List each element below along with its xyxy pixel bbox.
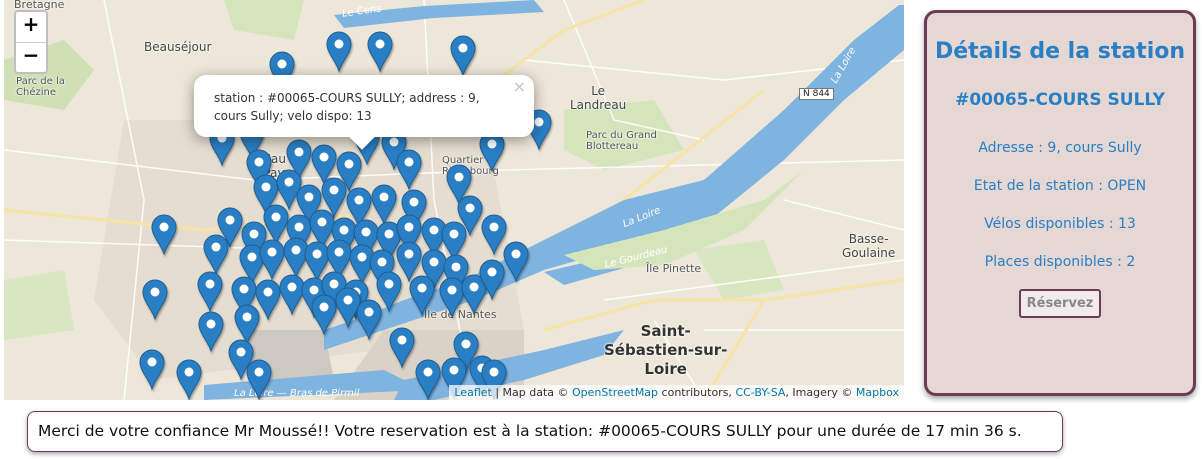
attribution-sep2: contributors, <box>658 386 736 399</box>
station-status: Etat de la station : OPEN <box>973 178 1147 194</box>
station-marker-icon[interactable] <box>142 279 168 320</box>
reserve-button[interactable]: Réservez <box>1018 289 1102 318</box>
popup-text: station : #00065-COURS SULLY; address : … <box>214 91 480 123</box>
station-marker-icon[interactable] <box>415 359 441 400</box>
station-name: #00065-COURS SULLY <box>955 90 1165 110</box>
station-marker-icon[interactable] <box>197 271 223 312</box>
station-details-panel: Détails de la station #00065-COURS SULLY… <box>924 10 1196 396</box>
place-label-basse-goulaine: Basse- Goulaine <box>842 232 896 260</box>
place-label-beausejour: Beauséjour <box>144 40 212 54</box>
bikes-available: Vélos disponibles : 13 <box>984 216 1136 232</box>
place-label-parc-chezine: Parc de la Chézine <box>16 76 65 98</box>
station-address: Adresse : 9, cours Sully <box>978 140 1142 156</box>
station-marker-icon[interactable] <box>396 149 422 190</box>
road-shield-n844: N 844 <box>799 88 834 100</box>
station-marker-icon[interactable] <box>176 359 202 400</box>
station-marker-icon[interactable] <box>311 294 337 335</box>
cc-by-sa-link[interactable]: CC-BY-SA <box>735 386 785 399</box>
zoom-in-button[interactable]: + <box>16 12 46 42</box>
station-map[interactable]: + − Bretagne Beauséjour Parc de la Chézi… <box>4 0 904 400</box>
station-marker-icon[interactable] <box>246 359 272 400</box>
station-marker-icon[interactable] <box>409 275 435 316</box>
station-marker-icon[interactable] <box>503 241 529 282</box>
map-attribution: Leaflet | Map data © OpenStreetMap contr… <box>449 385 904 400</box>
station-marker-icon[interactable] <box>479 259 505 300</box>
zoom-control: + − <box>14 10 48 74</box>
leaflet-link[interactable]: Leaflet <box>454 386 491 399</box>
station-marker-icon[interactable] <box>151 214 177 255</box>
station-marker-icon[interactable] <box>326 31 352 72</box>
place-label-ile-pinette: Île Pinette <box>646 262 702 275</box>
attribution-sep3: , Imagery © <box>785 386 856 399</box>
station-marker-icon[interactable] <box>389 327 415 368</box>
zoom-out-button[interactable]: − <box>16 42 46 72</box>
place-label-le-landreau: Le Landreau <box>570 84 627 112</box>
station-marker-icon[interactable] <box>479 131 505 172</box>
station-marker-icon[interactable] <box>356 299 382 340</box>
popup-close-button[interactable]: × <box>513 77 526 96</box>
station-marker-icon[interactable] <box>139 349 165 390</box>
places-available: Places disponibles : 2 <box>984 254 1136 270</box>
panel-title: Détails de la station <box>934 39 1186 64</box>
openstreetmap-link[interactable]: OpenStreetMap <box>572 386 658 399</box>
reservation-confirmation: Merci de votre confiance Mr Moussé!! Vot… <box>27 411 1063 452</box>
attribution-sep1: | Map data © <box>491 386 573 399</box>
station-marker-icon[interactable] <box>450 35 476 76</box>
station-marker-icon[interactable] <box>367 31 393 72</box>
station-popup: × station : #00065-COURS SULLY; address … <box>194 75 534 150</box>
place-label-parc-grand-blottereau: Parc du Grand Blottereau <box>586 130 657 152</box>
station-marker-icon[interactable] <box>203 234 229 275</box>
place-label-bretagne: Bretagne <box>14 0 65 11</box>
place-label-saint-sebastien: Saint- Sébastien-sur- Loire <box>604 322 728 378</box>
mapbox-link[interactable]: Mapbox <box>856 386 899 399</box>
station-marker-icon[interactable] <box>198 311 224 352</box>
